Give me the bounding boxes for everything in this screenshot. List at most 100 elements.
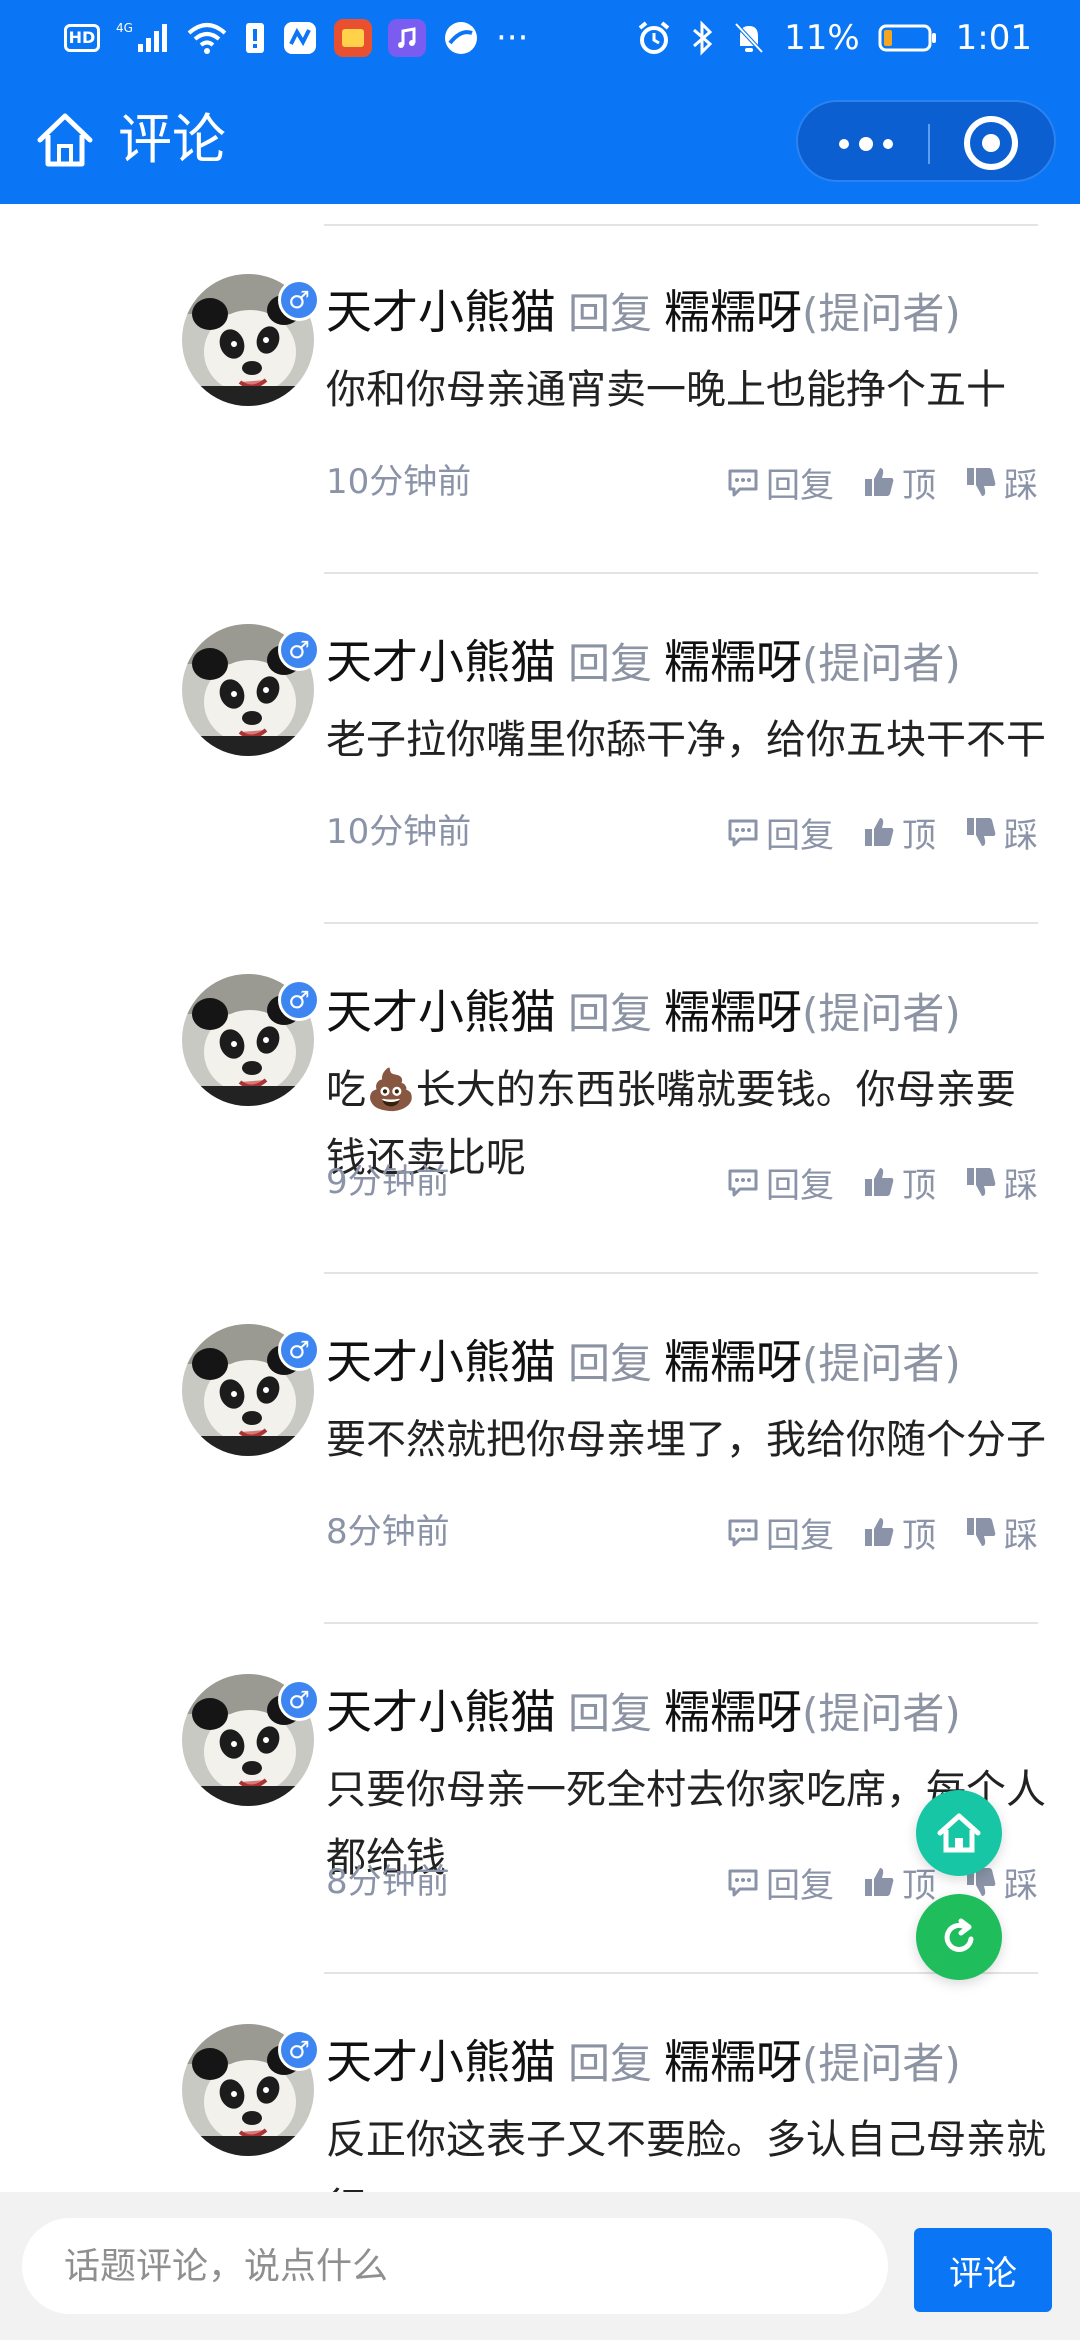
comment-actions: 回复 顶 踩 <box>726 1508 1038 1556</box>
mini-program-capsule <box>796 100 1056 182</box>
asker-tag: (提问者) <box>802 1689 961 1738</box>
divider <box>324 224 1038 226</box>
comment-item: ♂ 天才小熊猫 回复 糯糯呀(提问者) 老子拉你嘴里你舔干净，给你五块干不干 10分… <box>0 578 1080 926</box>
reply-label: 回复 <box>766 1515 834 1556</box>
reply-label: 回复 <box>766 815 834 856</box>
comment-header: 天才小熊猫 回复 糯糯呀(提问者) <box>326 630 961 696</box>
comment-time: 8分钟前 <box>326 1512 450 1552</box>
reply-button[interactable]: 回复 <box>726 808 834 857</box>
thumbs-up-icon <box>865 468 894 496</box>
page-title: 评论 <box>118 108 226 171</box>
comment-input[interactable] <box>22 2218 888 2314</box>
divider <box>324 1272 1038 1274</box>
like-button[interactable]: 顶 <box>862 1508 936 1557</box>
comment-header: 天才小熊猫 回复 糯糯呀(提问者) <box>326 980 961 1046</box>
divider <box>324 1622 1038 1624</box>
reply-label: 回复 <box>766 465 834 506</box>
comment-item: ♂ 天才小熊猫 回复 糯糯呀(提问者) 你和你母亲通宵卖一晚上也能挣个五十 10分钟… <box>0 228 1080 576</box>
reply-target-name[interactable]: 糯糯呀 <box>664 1335 802 1389</box>
dislike-button[interactable]: 踩 <box>964 808 1038 857</box>
reply-label: 回复 <box>766 1865 834 1906</box>
reply-target-name[interactable]: 糯糯呀 <box>664 985 802 1039</box>
reply-button[interactable]: 回复 <box>726 1508 834 1557</box>
comment-bubble-icon <box>728 1869 758 1897</box>
male-gender-icon: ♂ <box>278 1329 320 1371</box>
comment-text: 要不然就把你母亲埋了，我给你随个分子 <box>326 1417 1046 1463</box>
more-dots-icon[interactable] <box>826 124 906 164</box>
reply-button[interactable]: 回复 <box>726 458 834 507</box>
reply-target-name[interactable]: 糯糯呀 <box>664 285 802 339</box>
more-notifications-icon: ··· <box>496 18 529 58</box>
music-app-icon <box>388 19 426 57</box>
male-gender-icon: ♂ <box>278 2029 320 2071</box>
dislike-button[interactable]: 踩 <box>964 1508 1038 1557</box>
status-left-icons: HD 4G ··· <box>64 18 528 58</box>
comment-actions: 回复 顶 踩 <box>726 1858 1038 1906</box>
reply-label: 回复 <box>766 1165 834 1206</box>
comment-item: ♂ 天才小熊猫 回复 糯糯呀(提问者) 要不然就把你母亲埋了，我给你随个分子 8分钟… <box>0 1278 1080 1626</box>
author-name[interactable]: 天才小熊猫 <box>326 2035 556 2089</box>
cellular-signal-icon: 4G <box>116 18 170 58</box>
alarm-icon <box>636 18 672 58</box>
thumbs-down-icon <box>967 818 996 846</box>
author-name[interactable]: 天才小熊猫 <box>326 1335 556 1389</box>
dislike-button[interactable]: 踩 <box>964 1158 1038 1207</box>
thumbs-up-icon <box>865 1168 894 1196</box>
male-gender-icon: ♂ <box>278 1679 320 1721</box>
author-name[interactable]: 天才小熊猫 <box>326 285 556 339</box>
like-button[interactable]: 顶 <box>862 808 936 857</box>
comment-actions: 回复 顶 踩 <box>726 458 1038 506</box>
comment-list[interactable]: ♂ 天才小熊猫 回复 糯糯呀(提问者) 你和你母亲通宵卖一晚上也能挣个五十 10分钟… <box>0 204 1080 2192</box>
reply-target-name[interactable]: 糯糯呀 <box>664 1685 802 1739</box>
target-close-icon[interactable] <box>964 116 1018 170</box>
mute-bell-icon <box>732 18 766 58</box>
reply-word: 回复 <box>568 2039 653 2088</box>
network-type-label: 4G <box>116 21 133 35</box>
dislike-label: 踩 <box>1004 815 1038 856</box>
asker-tag: (提问者) <box>802 289 961 338</box>
comment-time: 9分钟前 <box>326 1162 450 1202</box>
reply-button[interactable]: 回复 <box>726 1858 834 1907</box>
comment-bubble-icon <box>728 1519 758 1547</box>
dislike-button[interactable]: 踩 <box>964 458 1038 507</box>
comment-time: 10分钟前 <box>326 462 472 502</box>
author-name[interactable]: 天才小熊猫 <box>326 1685 556 1739</box>
like-label: 顶 <box>902 465 936 506</box>
home-icon[interactable] <box>32 108 98 174</box>
like-button[interactable]: 顶 <box>862 458 936 507</box>
like-label: 顶 <box>902 1165 936 1206</box>
like-button[interactable]: 顶 <box>862 1158 936 1207</box>
reply-target-name[interactable]: 糯糯呀 <box>664 635 802 689</box>
reply-target-name[interactable]: 糯糯呀 <box>664 2035 802 2089</box>
thumbs-up-icon <box>865 1518 894 1546</box>
battery-percent: 11% <box>784 18 860 58</box>
hd-icon: HD <box>64 24 100 52</box>
submit-comment-button[interactable]: 评论 <box>914 2228 1052 2312</box>
floating-home-button[interactable] <box>916 1790 1002 1876</box>
comment-time: 10分钟前 <box>326 812 472 852</box>
comment-bubble-icon <box>728 1169 758 1197</box>
thumbs-up-icon <box>865 818 894 846</box>
title-bar: 评论 <box>0 76 1080 204</box>
author-name[interactable]: 天才小熊猫 <box>326 635 556 689</box>
home-icon <box>937 1813 981 1853</box>
comment-item: ♂ 天才小熊猫 回复 糯糯呀(提问者) 吃💩长大的东西张嘴就要钱。你母亲要钱还卖比呢… <box>0 928 1080 1276</box>
status-right-icons: 11% 1:01 <box>636 18 1032 58</box>
status-bar: HD 4G ··· 11% 1:01 <box>0 0 1080 76</box>
like-label: 顶 <box>902 1515 936 1556</box>
floating-refresh-button[interactable] <box>916 1894 1002 1980</box>
thumbs-down-icon <box>967 468 996 496</box>
dislike-label: 踩 <box>1004 1865 1038 1906</box>
comment-header: 天才小熊猫 回复 糯糯呀(提问者) <box>326 1680 961 1746</box>
asker-tag: (提问者) <box>802 2039 961 2088</box>
refresh-icon <box>944 1918 974 1952</box>
thumbs-down-icon <box>967 1168 996 1196</box>
comment-actions: 回复 顶 踩 <box>726 1158 1038 1206</box>
reply-word: 回复 <box>568 1689 653 1738</box>
author-name[interactable]: 天才小熊猫 <box>326 985 556 1039</box>
comment-time: 8分钟前 <box>326 1862 450 1902</box>
comment-compose-bar: 评论 <box>0 2192 1080 2340</box>
like-button[interactable]: 顶 <box>862 1858 936 1907</box>
sim-alert-icon <box>244 18 266 58</box>
reply-button[interactable]: 回复 <box>726 1158 834 1207</box>
